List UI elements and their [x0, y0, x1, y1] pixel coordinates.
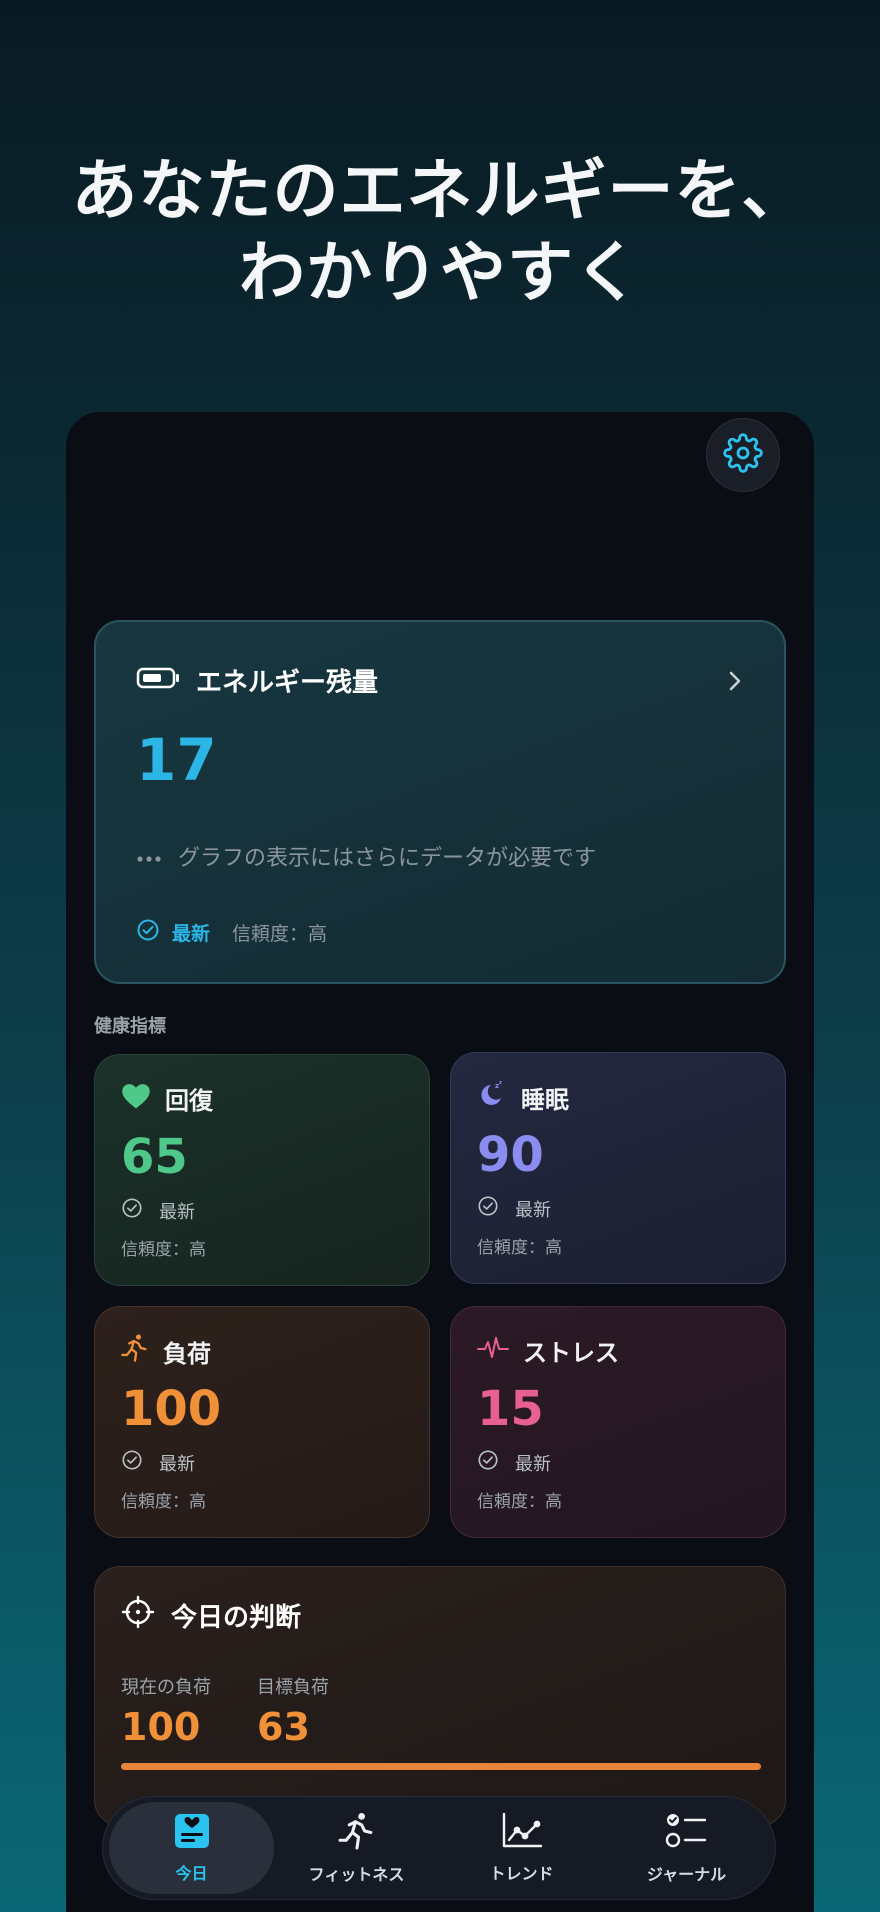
battery-icon: [136, 666, 180, 696]
moon-icon: z z: [477, 1079, 507, 1115]
energy-card[interactable]: エネルギー残量 17 グラフの表示にはさらにデータが必要です 最新 信頼度：高: [94, 620, 786, 984]
decision-card[interactable]: 今日の判断 現在の負荷 100 目標負荷 63: [94, 1566, 786, 1826]
fitness-icon: [338, 1811, 376, 1855]
section-label: 健康指標: [94, 1016, 166, 1037]
load-progress-bar: [121, 1763, 761, 1770]
svg-text:z: z: [499, 1080, 502, 1086]
target-load: 目標負荷 63: [257, 1673, 329, 1749]
journal-icon: [665, 1811, 709, 1855]
nav-today-label: 今日: [175, 1864, 208, 1883]
nav-fitness[interactable]: フィットネス: [274, 1802, 439, 1894]
nav-trend[interactable]: トレンド: [439, 1802, 604, 1894]
heart-icon: [121, 1082, 151, 1116]
current-load-label: 現在の負荷: [121, 1677, 211, 1698]
check-circle-icon: [136, 918, 160, 947]
app-screen: エネルギー残量 17 グラフの表示にはさらにデータが必要です 最新 信頼度：高 …: [66, 412, 814, 1912]
target-load-label: 目標負荷: [257, 1677, 329, 1698]
recovery-value: 65: [121, 1129, 188, 1185]
nav-trend-label: トレンド: [489, 1864, 554, 1883]
energy-confidence: 信頼度：高: [232, 923, 328, 945]
gear-icon: [723, 433, 763, 477]
sleep-card[interactable]: z z 睡眠 90 最新 信頼度：高: [450, 1052, 786, 1284]
trend-icon: [501, 1812, 543, 1854]
energy-note-text: グラフの表示にはさらにデータが必要です: [178, 846, 597, 871]
current-load-value: 100: [121, 1705, 201, 1749]
recovery-title: 回復: [165, 1087, 213, 1115]
current-load: 現在の負荷 100: [121, 1673, 211, 1749]
nav-journal-label: ジャーナル: [646, 1865, 727, 1884]
sleep-confidence: 信頼度：高: [477, 1238, 562, 1258]
decision-title: 今日の判断: [171, 1603, 302, 1633]
sleep-latest: 最新: [515, 1199, 551, 1221]
stress-confidence: 信頼度：高: [477, 1492, 562, 1512]
stress-latest: 最新: [515, 1453, 551, 1475]
energy-latest: 最新: [172, 923, 211, 945]
load-title: 負荷: [163, 1339, 211, 1368]
energy-status: 最新 信頼度：高: [136, 918, 327, 947]
stress-title: ストレス: [523, 1339, 619, 1367]
energy-value: 17: [136, 726, 217, 794]
nav-fitness-label: フィットネス: [308, 1865, 405, 1884]
chevron-right-icon[interactable]: [722, 668, 748, 694]
check-circle-icon: [121, 1197, 143, 1224]
nav-today[interactable]: 今日: [109, 1802, 274, 1894]
crosshair-icon: [121, 1595, 155, 1636]
check-circle-icon: [477, 1449, 499, 1476]
stress-value: 15: [477, 1381, 544, 1437]
nav-journal[interactable]: ジャーナル: [604, 1802, 769, 1894]
today-icon: [173, 1812, 211, 1854]
settings-button[interactable]: [706, 418, 780, 492]
recovery-latest: 最新: [159, 1201, 195, 1223]
target-load-value: 63: [257, 1705, 310, 1749]
pulse-icon: [477, 1334, 509, 1368]
check-circle-icon: [121, 1449, 143, 1476]
load-value: 100: [121, 1381, 222, 1437]
running-icon: [121, 1333, 149, 1369]
bottom-nav: 今日 フィットネス トレンド ジャーナル: [102, 1796, 776, 1900]
recovery-confidence: 信頼度：高: [121, 1240, 206, 1260]
headline-line-1: あなたのエネルギーを、: [71, 152, 809, 229]
load-latest: 最新: [159, 1453, 195, 1475]
energy-header: エネルギー残量: [136, 662, 378, 699]
stress-card[interactable]: ストレス 15 最新 信頼度：高: [450, 1306, 786, 1538]
ellipsis-icon: [136, 844, 162, 869]
load-confidence: 信頼度：高: [121, 1492, 206, 1512]
sleep-value: 90: [477, 1127, 544, 1183]
headline: あなたのエネルギーを、 わかりやすく: [0, 150, 880, 314]
sleep-title: 睡眠: [521, 1085, 569, 1114]
energy-note: グラフの表示にはさらにデータが必要です: [136, 840, 596, 872]
recovery-card[interactable]: 回復 65 最新 信頼度：高: [94, 1054, 430, 1286]
load-card[interactable]: 負荷 100 最新 信頼度：高: [94, 1306, 430, 1538]
headline-line-2: わかりやすく: [239, 234, 641, 311]
energy-title: エネルギー残量: [196, 668, 379, 698]
check-circle-icon: [477, 1195, 499, 1222]
